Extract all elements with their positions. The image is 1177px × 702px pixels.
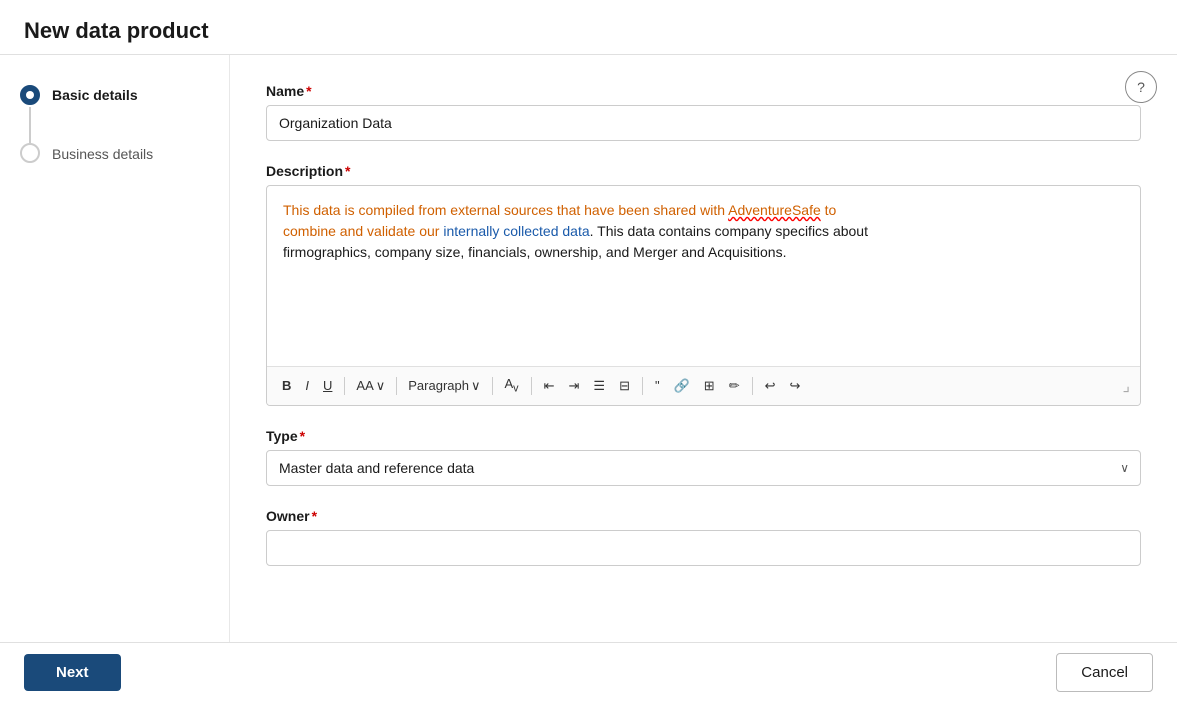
rte-draw-button[interactable]: ✏ — [724, 375, 745, 397]
next-button[interactable]: Next — [24, 654, 121, 691]
fontsize-chevron-icon: ∨ — [376, 378, 386, 394]
rte-sep-6 — [752, 377, 753, 395]
owner-input[interactable] — [266, 530, 1141, 566]
sidebar: Basic details Business details — [0, 55, 230, 697]
name-input[interactable] — [266, 105, 1141, 141]
step-label-basic-details: Basic details — [52, 85, 138, 103]
main-layout: Basic details Business details ? Name* — [0, 55, 1177, 697]
description-text-3: firmographics, company size, financials,… — [283, 242, 1124, 263]
description-text-2: combine and validate our internally coll… — [283, 221, 1124, 242]
description-text: This data is compiled from external sour… — [283, 200, 1124, 221]
description-label: Description* — [266, 163, 1141, 179]
rte-bold-button[interactable]: B — [277, 375, 296, 397]
type-select-wrapper: Master data and reference data Analytica… — [266, 450, 1141, 486]
rte-container: This data is compiled from external sour… — [266, 185, 1141, 406]
footer: Next Cancel — [0, 642, 1177, 702]
rte-paragraph-button[interactable]: Paragraph ∨ — [404, 376, 484, 396]
step-business-details[interactable]: Business details — [20, 143, 209, 163]
rte-redo-button[interactable]: ↪ — [785, 375, 806, 397]
rte-sep-1 — [344, 377, 345, 395]
description-field-group: Description* This data is compiled from … — [266, 163, 1141, 406]
page-header: New data product — [0, 0, 1177, 55]
desc-adventure-safe: AdventureSafe — [728, 202, 821, 218]
step-circle-2 — [20, 143, 40, 163]
description-required-star: * — [345, 163, 350, 179]
type-required-star: * — [300, 428, 305, 444]
owner-required-star: * — [312, 508, 317, 524]
rte-clearformat-button[interactable]: Av — [500, 373, 524, 399]
type-select[interactable]: Master data and reference data Analytica… — [266, 450, 1141, 486]
rte-outdent-button[interactable]: ⇤ — [539, 375, 560, 397]
desc-orange-2: to — [821, 202, 837, 218]
desc-normal-1: . This data contains company specifics a… — [590, 223, 868, 239]
form-area: ? Name* Description* This data is compil… — [230, 55, 1177, 697]
help-button[interactable]: ? — [1125, 71, 1157, 103]
name-field-group: Name* — [266, 83, 1141, 141]
rte-indent-button[interactable]: ⇥ — [564, 375, 585, 397]
rte-bulletlist-button[interactable]: ☰ — [588, 375, 610, 397]
help-icon: ? — [1137, 79, 1145, 95]
name-required-star: * — [306, 83, 311, 99]
desc-blue-1: internally collected data — [443, 223, 589, 239]
page-title: New data product — [24, 18, 1153, 44]
desc-normal-2: firmographics, company size, financials,… — [283, 244, 786, 260]
rte-sep-5 — [642, 377, 643, 395]
rte-sep-4 — [531, 377, 532, 395]
rte-undo-button[interactable]: ↩ — [760, 375, 781, 397]
step-list: Basic details Business details — [20, 85, 209, 163]
step-connector-1 — [20, 85, 40, 143]
owner-field-group: Owner* — [266, 508, 1141, 566]
rte-sep-2 — [396, 377, 397, 395]
owner-label: Owner* — [266, 508, 1141, 524]
step-line-1 — [29, 107, 31, 143]
rte-media-button[interactable]: ⊞ — [699, 375, 720, 397]
rte-underline-button[interactable]: U — [318, 375, 337, 397]
step-label-business-details: Business details — [52, 144, 153, 162]
desc-orange-3: combine and validate our — [283, 223, 443, 239]
rte-numberedlist-button[interactable]: ⊟ — [614, 375, 635, 397]
name-label: Name* — [266, 83, 1141, 99]
step-circle-1 — [20, 85, 40, 105]
rte-italic-button[interactable]: I — [300, 375, 314, 397]
rte-link-button[interactable]: 🔗 — [669, 375, 695, 397]
type-label: Type* — [266, 428, 1141, 444]
rte-blockquote-button[interactable]: " — [650, 375, 665, 397]
description-editor[interactable]: This data is compiled from external sour… — [267, 186, 1140, 366]
rte-sep-3 — [492, 377, 493, 395]
step-basic-details[interactable]: Basic details — [20, 85, 209, 143]
desc-orange-1: This data is compiled from external sour… — [283, 202, 728, 218]
step-connector-2 — [20, 143, 40, 163]
cancel-button[interactable]: Cancel — [1056, 653, 1153, 692]
rte-resize-handle[interactable]: ⌟ — [1123, 376, 1131, 396]
rte-toolbar: B I U AA ∨ Paragraph ∨ Av — [267, 366, 1140, 405]
type-field-group: Type* Master data and reference data Ana… — [266, 428, 1141, 486]
rte-fontsize-button[interactable]: AA ∨ — [352, 376, 389, 396]
paragraph-chevron-icon: ∨ — [471, 378, 481, 394]
